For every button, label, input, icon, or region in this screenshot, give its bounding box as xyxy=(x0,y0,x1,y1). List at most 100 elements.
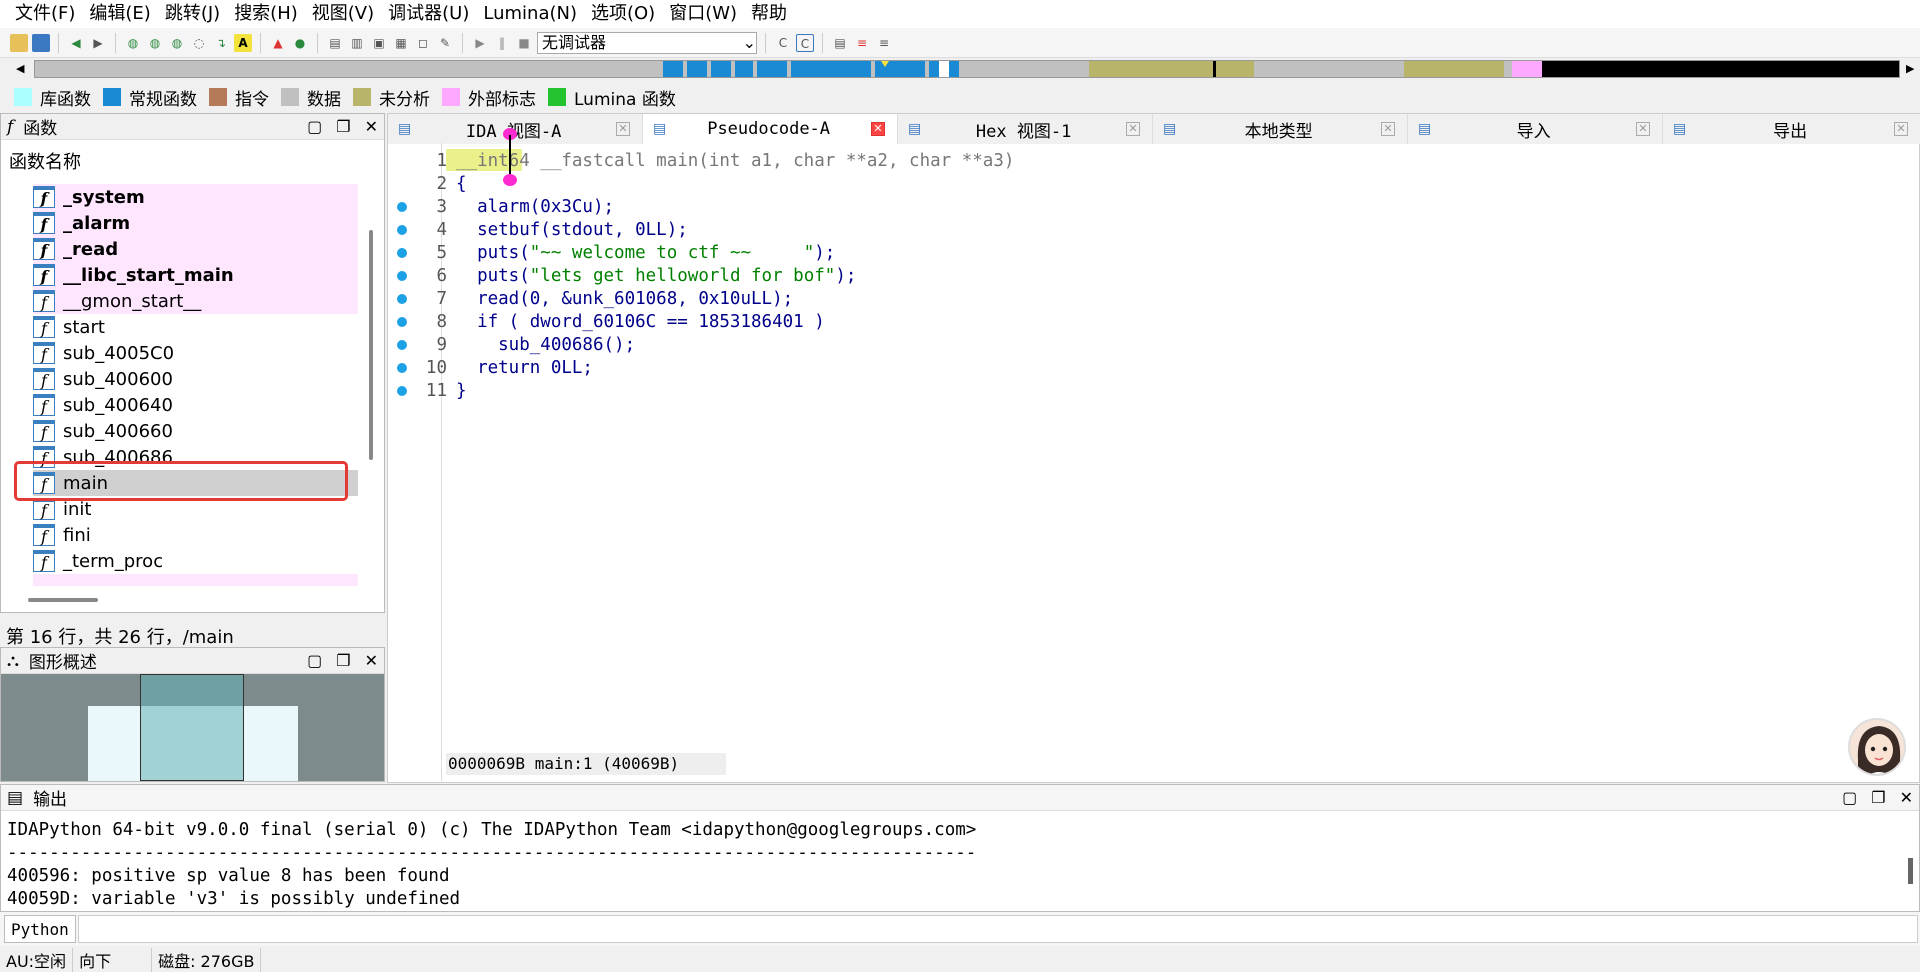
code-line[interactable]: 11} xyxy=(387,379,1920,402)
restore-icon[interactable]: ❐ xyxy=(1871,788,1885,807)
restore-icon[interactable]: ❐ xyxy=(336,651,350,670)
graph-overview-canvas[interactable] xyxy=(1,674,384,781)
forward-icon[interactable]: ▶ xyxy=(89,34,107,52)
names-icon[interactable]: ◍ xyxy=(168,34,186,52)
segment-icon[interactable]: ◍ xyxy=(124,34,142,52)
close-icon[interactable]: ✕ xyxy=(1900,788,1913,807)
breakpoint-dot-icon[interactable] xyxy=(397,247,407,258)
function-item-partial[interactable] xyxy=(33,574,358,586)
code-line[interactable]: 1 __int64 __fastcall main(int a1, char **… xyxy=(387,149,1920,172)
tab-4[interactable]: ▤ 导入 ✕ xyxy=(1408,114,1663,144)
menu-item-2[interactable]: 跳转(J) xyxy=(158,0,227,28)
save-icon[interactable] xyxy=(32,33,50,52)
breakpoint-dot-icon[interactable] xyxy=(397,293,407,304)
tab-close-icon[interactable]: ✕ xyxy=(616,122,630,136)
maximize-icon[interactable]: ▢ xyxy=(307,651,322,670)
code-line[interactable]: 3 alarm(0x3Cu); xyxy=(387,195,1920,218)
select-icon[interactable]: ▦ xyxy=(392,34,410,52)
enum-icon[interactable]: ▥ xyxy=(348,34,366,52)
nav-left-arrow-icon[interactable]: ◀ xyxy=(16,62,24,75)
breakpoint-list-icon[interactable]: ≡ xyxy=(853,34,871,52)
function-item[interactable]: f sub_400660 xyxy=(33,418,358,444)
navigation-bar[interactable] xyxy=(34,60,1900,78)
c-icon[interactable]: C xyxy=(774,34,792,52)
code-line[interactable]: 4 setbuf(stdout, 0LL); xyxy=(387,218,1920,241)
code-line[interactable]: 10 return 0LL; xyxy=(387,356,1920,379)
code-line[interactable]: 9 sub_400686(); xyxy=(387,333,1920,356)
play-icon[interactable]: ▶ xyxy=(471,34,489,52)
tab-close-icon[interactable]: ✕ xyxy=(1381,122,1395,136)
breakpoint-dot-icon[interactable] xyxy=(397,362,407,373)
code-line[interactable]: 6 puts("lets get helloworld for bof"); xyxy=(387,264,1920,287)
pseudocode-view[interactable]: 1 __int64 __fastcall main(int a1, char **… xyxy=(387,149,1920,749)
function-item[interactable]: f _read xyxy=(33,236,358,262)
function-item[interactable]: f _term_proc xyxy=(33,548,358,574)
xref-icon[interactable]: ◌ xyxy=(190,34,208,52)
breakpoint-dot-icon[interactable] xyxy=(397,316,407,327)
maximize-icon[interactable]: ▢ xyxy=(307,117,322,136)
debugger-select[interactable]: 无调试器 ⌄ xyxy=(537,31,757,54)
code-line[interactable]: 2{ xyxy=(387,172,1920,195)
breakpoint-dot-icon[interactable] xyxy=(397,224,407,235)
graph-icon[interactable]: ▲ xyxy=(269,34,287,52)
breakpoint-dot-icon[interactable] xyxy=(397,270,407,281)
maximize-icon[interactable]: ▢ xyxy=(1842,788,1857,807)
tab-close-icon[interactable]: ✕ xyxy=(1636,122,1650,136)
menu-item-7[interactable]: 选项(O) xyxy=(584,0,662,28)
menu-item-8[interactable]: 窗口(W) xyxy=(662,0,744,28)
menu-item-1[interactable]: 编辑(E) xyxy=(82,0,157,28)
edit-icon[interactable]: ✎ xyxy=(436,34,454,52)
function-item[interactable]: f _system xyxy=(33,184,358,210)
menu-item-9[interactable]: 帮助 xyxy=(744,0,794,28)
function-item[interactable]: f start xyxy=(33,314,358,340)
struct-icon[interactable]: ▤ xyxy=(326,34,344,52)
back-icon[interactable]: ◀ xyxy=(67,34,85,52)
menu-item-3[interactable]: 搜索(H) xyxy=(227,0,305,28)
function-icon[interactable]: ◍ xyxy=(146,34,164,52)
code-line[interactable]: 7 read(0, &unk_601068, 0x10uLL); xyxy=(387,287,1920,310)
tab-3[interactable]: ▤ 本地类型 ✕ xyxy=(1153,114,1408,144)
trace-icon[interactable]: ≡ xyxy=(875,34,893,52)
tab-close-icon[interactable]: ✕ xyxy=(871,122,885,136)
stop-debug-icon[interactable]: ■ xyxy=(515,34,533,52)
menu-item-5[interactable]: 调试器(U) xyxy=(381,0,476,28)
tab-close-icon[interactable]: ✕ xyxy=(1126,122,1140,136)
breakpoint-dot-icon[interactable] xyxy=(397,339,407,350)
output-log[interactable]: IDAPython 64-bit v9.0.0 final (serial 0)… xyxy=(7,819,976,911)
menu-item-6[interactable]: Lumina(N) xyxy=(476,0,584,28)
function-item[interactable]: f sub_4005C0 xyxy=(33,340,358,366)
function-name-column-header[interactable]: 函数名称 xyxy=(1,140,384,178)
function-item[interactable]: f fini xyxy=(33,522,358,548)
avatar[interactable] xyxy=(1848,718,1906,776)
run-script-icon[interactable]: ● xyxy=(291,34,309,52)
tab-5[interactable]: ▤ 导出 ✕ xyxy=(1663,114,1920,144)
menu-item-4[interactable]: 视图(V) xyxy=(305,0,381,28)
close-icon[interactable]: ✕ xyxy=(365,651,378,670)
python-language-button[interactable]: Python xyxy=(4,915,76,943)
restore-icon[interactable]: ❐ xyxy=(336,117,350,136)
function-item[interactable]: f sub_400600 xyxy=(33,366,358,392)
code-line[interactable]: 5 puts("~~ welcome to ctf ~~ "); xyxy=(387,241,1920,264)
close-icon[interactable]: ✕ xyxy=(365,117,378,136)
nav-right-arrow-icon[interactable]: ▶ xyxy=(1906,62,1914,75)
pause-icon[interactable]: ‖ xyxy=(493,34,511,52)
c-active-icon[interactable]: C xyxy=(796,33,814,52)
function-item[interactable]: f __gmon_start__ xyxy=(33,288,358,314)
output-scrollbar[interactable] xyxy=(1908,858,1913,884)
breakpoint-dot-icon[interactable] xyxy=(397,385,407,396)
function-item[interactable]: f _alarm xyxy=(33,210,358,236)
tab-2[interactable]: ▤ Hex 视图-1 ✕ xyxy=(898,114,1153,144)
function-list-scrollbar[interactable] xyxy=(369,230,373,460)
patch-icon[interactable]: ▣ xyxy=(370,34,388,52)
function-item[interactable]: f sub_400640 xyxy=(33,392,358,418)
menu-item-0[interactable]: 文件(F) xyxy=(8,0,82,28)
function-item[interactable]: f __libc_start_main xyxy=(33,262,358,288)
jump-icon[interactable]: ↴ xyxy=(212,34,230,52)
code-line[interactable]: 8 if ( dword_60106C == 1853186401 ) xyxy=(387,310,1920,333)
breakpoint-dot-icon[interactable] xyxy=(397,201,407,212)
stop-icon[interactable]: ◻ xyxy=(414,34,432,52)
open-icon[interactable] xyxy=(10,33,28,52)
graph-viewport[interactable] xyxy=(140,674,244,781)
view-list-icon[interactable]: ▤ xyxy=(831,34,849,52)
text-search-icon[interactable]: A xyxy=(234,33,252,52)
